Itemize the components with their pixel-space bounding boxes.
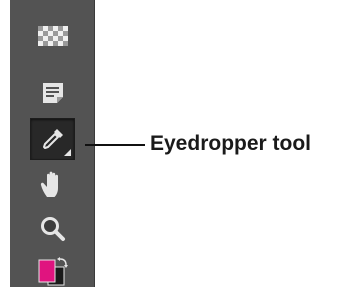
eyedropper-tool[interactable] bbox=[30, 118, 75, 160]
color-swatches[interactable] bbox=[30, 257, 75, 287]
transparency-grid-tool[interactable] bbox=[30, 15, 75, 57]
hand-tool[interactable] bbox=[30, 163, 75, 205]
note-icon bbox=[42, 83, 63, 103]
tools-panel bbox=[10, 0, 95, 287]
zoom-tool[interactable] bbox=[30, 208, 75, 250]
swap-colors-icon[interactable] bbox=[59, 258, 67, 266]
note-tool[interactable] bbox=[30, 72, 75, 114]
hand-icon bbox=[40, 171, 58, 197]
tool-flyout-indicator bbox=[64, 149, 71, 156]
callout-line bbox=[85, 144, 145, 146]
checkerboard-icon bbox=[37, 26, 68, 46]
magnifier-icon bbox=[40, 217, 65, 241]
callout-label: Eyedropper tool bbox=[150, 132, 312, 155]
eyedropper-icon bbox=[42, 129, 63, 149]
foreground-color-swatch[interactable] bbox=[38, 259, 55, 283]
color-swatch-icon bbox=[38, 257, 68, 286]
